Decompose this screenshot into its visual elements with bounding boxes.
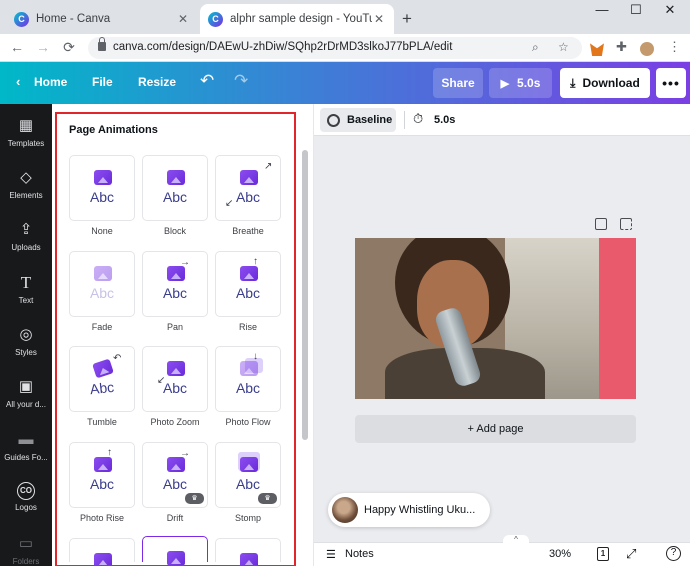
rail-item-label: Templates: [7, 139, 45, 148]
add-page-button[interactable]: + Add page: [355, 415, 636, 443]
close-icon[interactable]: ✕: [372, 12, 386, 26]
canva-favicon-icon: C: [208, 11, 223, 27]
music-thumbnail: [332, 497, 358, 523]
search-icon[interactable]: ⌕: [532, 40, 539, 55]
rail-item-label: Uploads: [11, 243, 41, 252]
profile-icon[interactable]: [640, 42, 654, 56]
star-icon[interactable]: ☆: [558, 40, 569, 54]
text-icon: T: [20, 273, 32, 292]
editor-area: Baseline ⏱ 5.0s + Add page Happy Whistli…: [314, 104, 690, 566]
elements-icon: ◇: [20, 169, 32, 186]
menu-icon[interactable]: ⋮: [668, 39, 682, 54]
resize-button[interactable]: Resize: [138, 75, 176, 89]
notes-icon[interactable]: ☰: [326, 548, 336, 561]
lock-icon: [98, 37, 106, 51]
baseline-icon: [327, 113, 340, 127]
tab-title: Home - Canva: [36, 13, 111, 25]
file-menu[interactable]: File: [92, 75, 113, 89]
zoom-level[interactable]: 30%: [549, 548, 571, 560]
left-rail: ▦ Templates ◇ Elements ⇪ Uploads T Text …: [0, 104, 52, 566]
editor-footer: ^ ☰ Notes 30% 1 ⤢ ?: [314, 535, 690, 566]
guides-thumbnail-icon: ▬: [18, 431, 34, 448]
rail-item-label: Folders: [12, 557, 40, 566]
rail-item-guides[interactable]: ▬ Guides Fo...: [0, 430, 52, 462]
maximize-button[interactable]: ☐: [621, 2, 651, 18]
metamask-icon[interactable]: [590, 43, 604, 56]
rail-item-all-your-designs[interactable]: ▣ All your d...: [0, 377, 52, 409]
share-label: Share: [441, 76, 475, 90]
folder-icon: ▭: [18, 535, 34, 552]
url-text[interactable]: canva.com/design/DAEwU-zhDiw/SQhp2rDrMD3…: [113, 41, 452, 53]
play-duration: 5.0s: [517, 76, 541, 90]
styles-icon: ◎: [19, 326, 33, 343]
rail-item-folders[interactable]: ▭ Folders: [0, 534, 52, 566]
rail-item-label: Elements: [9, 191, 43, 200]
undo-icon[interactable]: ↶: [200, 71, 214, 91]
new-tab-button[interactable]: +: [402, 9, 412, 29]
rail-item-logos[interactable]: CO Logos: [0, 482, 52, 512]
editor-toolbar: Baseline ⏱ 5.0s: [314, 104, 690, 136]
back-button[interactable]: ←: [8, 39, 26, 55]
highlight-frame: [55, 112, 296, 566]
reload-button[interactable]: ⟳: [60, 39, 78, 56]
pink-wall: [599, 238, 636, 399]
notes-button[interactable]: Notes: [345, 548, 374, 560]
templates-icon: ▦: [18, 117, 34, 134]
canva-favicon-icon: C: [14, 11, 29, 27]
redo-icon[interactable]: ↷: [234, 71, 248, 91]
music-track-pill[interactable]: Happy Whistling Uku...: [328, 493, 490, 527]
browser-toolbar: ← → ⟳ canva.com/design/DAEwU-zhDiw/SQhp2…: [0, 34, 690, 62]
duplicate-page-icon[interactable]: [595, 218, 607, 230]
design-page-canvas[interactable]: [355, 238, 636, 399]
chevron-up-icon[interactable]: ^: [503, 535, 529, 545]
more-options-button[interactable]: •••: [656, 68, 686, 98]
download-button[interactable]: ⤓ Download: [560, 68, 650, 98]
timer-icon[interactable]: ⏱: [413, 111, 423, 127]
rail-item-templates[interactable]: ▦ Templates: [0, 116, 52, 148]
panel-scrollbar[interactable]: [302, 150, 308, 440]
share-button[interactable]: Share: [433, 68, 483, 98]
baseline-label: Baseline: [347, 114, 393, 126]
tab-title: alphr sample design - YouTube T: [230, 13, 372, 25]
rail-item-text[interactable]: T Text: [0, 273, 52, 305]
window-close-button[interactable]: ✕: [655, 2, 685, 18]
rail-item-styles[interactable]: ◎ Styles: [0, 325, 52, 357]
rail-item-uploads[interactable]: ⇪ Uploads: [0, 220, 52, 252]
help-icon[interactable]: ?: [666, 546, 681, 561]
rail-item-label: All your d...: [5, 400, 46, 409]
home-button[interactable]: Home: [34, 75, 67, 89]
more-icon: •••: [662, 75, 680, 91]
page-animations-panel: Page Animations Abc None Abc Block ↗ ↙ A…: [52, 104, 314, 566]
rail-item-label: Styles: [15, 348, 37, 357]
play-button[interactable]: ▶ 5.0s: [489, 68, 552, 98]
browser-tab-alphr-design[interactable]: C alphr sample design - YouTube T ✕: [200, 4, 394, 34]
minimize-button[interactable]: —: [587, 2, 617, 17]
download-label: Download: [582, 76, 640, 90]
add-page-icon[interactable]: [620, 218, 632, 230]
address-bar[interactable]: canva.com/design/DAEwU-zhDiw/SQhp2rDrMD3…: [88, 37, 582, 59]
toolbar-divider: [404, 111, 405, 129]
rail-item-elements[interactable]: ◇ Elements: [0, 168, 52, 200]
rail-item-label: Text: [18, 296, 34, 305]
rail-item-label: Guides Fo...: [4, 453, 48, 462]
page-duration[interactable]: 5.0s: [434, 114, 455, 126]
page-count-badge[interactable]: 1: [597, 547, 609, 561]
music-title: Happy Whistling Uku...: [364, 504, 476, 516]
chevron-left-icon[interactable]: ‹: [16, 74, 20, 89]
baseline-button[interactable]: Baseline: [320, 108, 396, 132]
puzzle-icon[interactable]: ✚: [616, 39, 630, 54]
download-icon: ⤓: [570, 75, 576, 90]
close-icon[interactable]: ✕: [176, 12, 190, 26]
logos-icon: CO: [17, 482, 35, 500]
grid-icon: ▣: [18, 378, 34, 395]
rail-item-label: Logos: [15, 503, 37, 512]
play-icon: ▶: [500, 77, 510, 90]
browser-tab-strip: C Home - Canva ✕ C alphr sample design -…: [0, 0, 690, 34]
canva-header: ‹ Home File Resize ↶ ↷ Share ▶ 5.0s ⤓ Do…: [0, 62, 690, 104]
fullscreen-icon[interactable]: ⤢: [626, 546, 636, 562]
upload-icon: ⇪: [19, 221, 33, 238]
forward-button[interactable]: →: [34, 39, 52, 55]
browser-tab-home-canva[interactable]: C Home - Canva ✕: [6, 4, 198, 34]
